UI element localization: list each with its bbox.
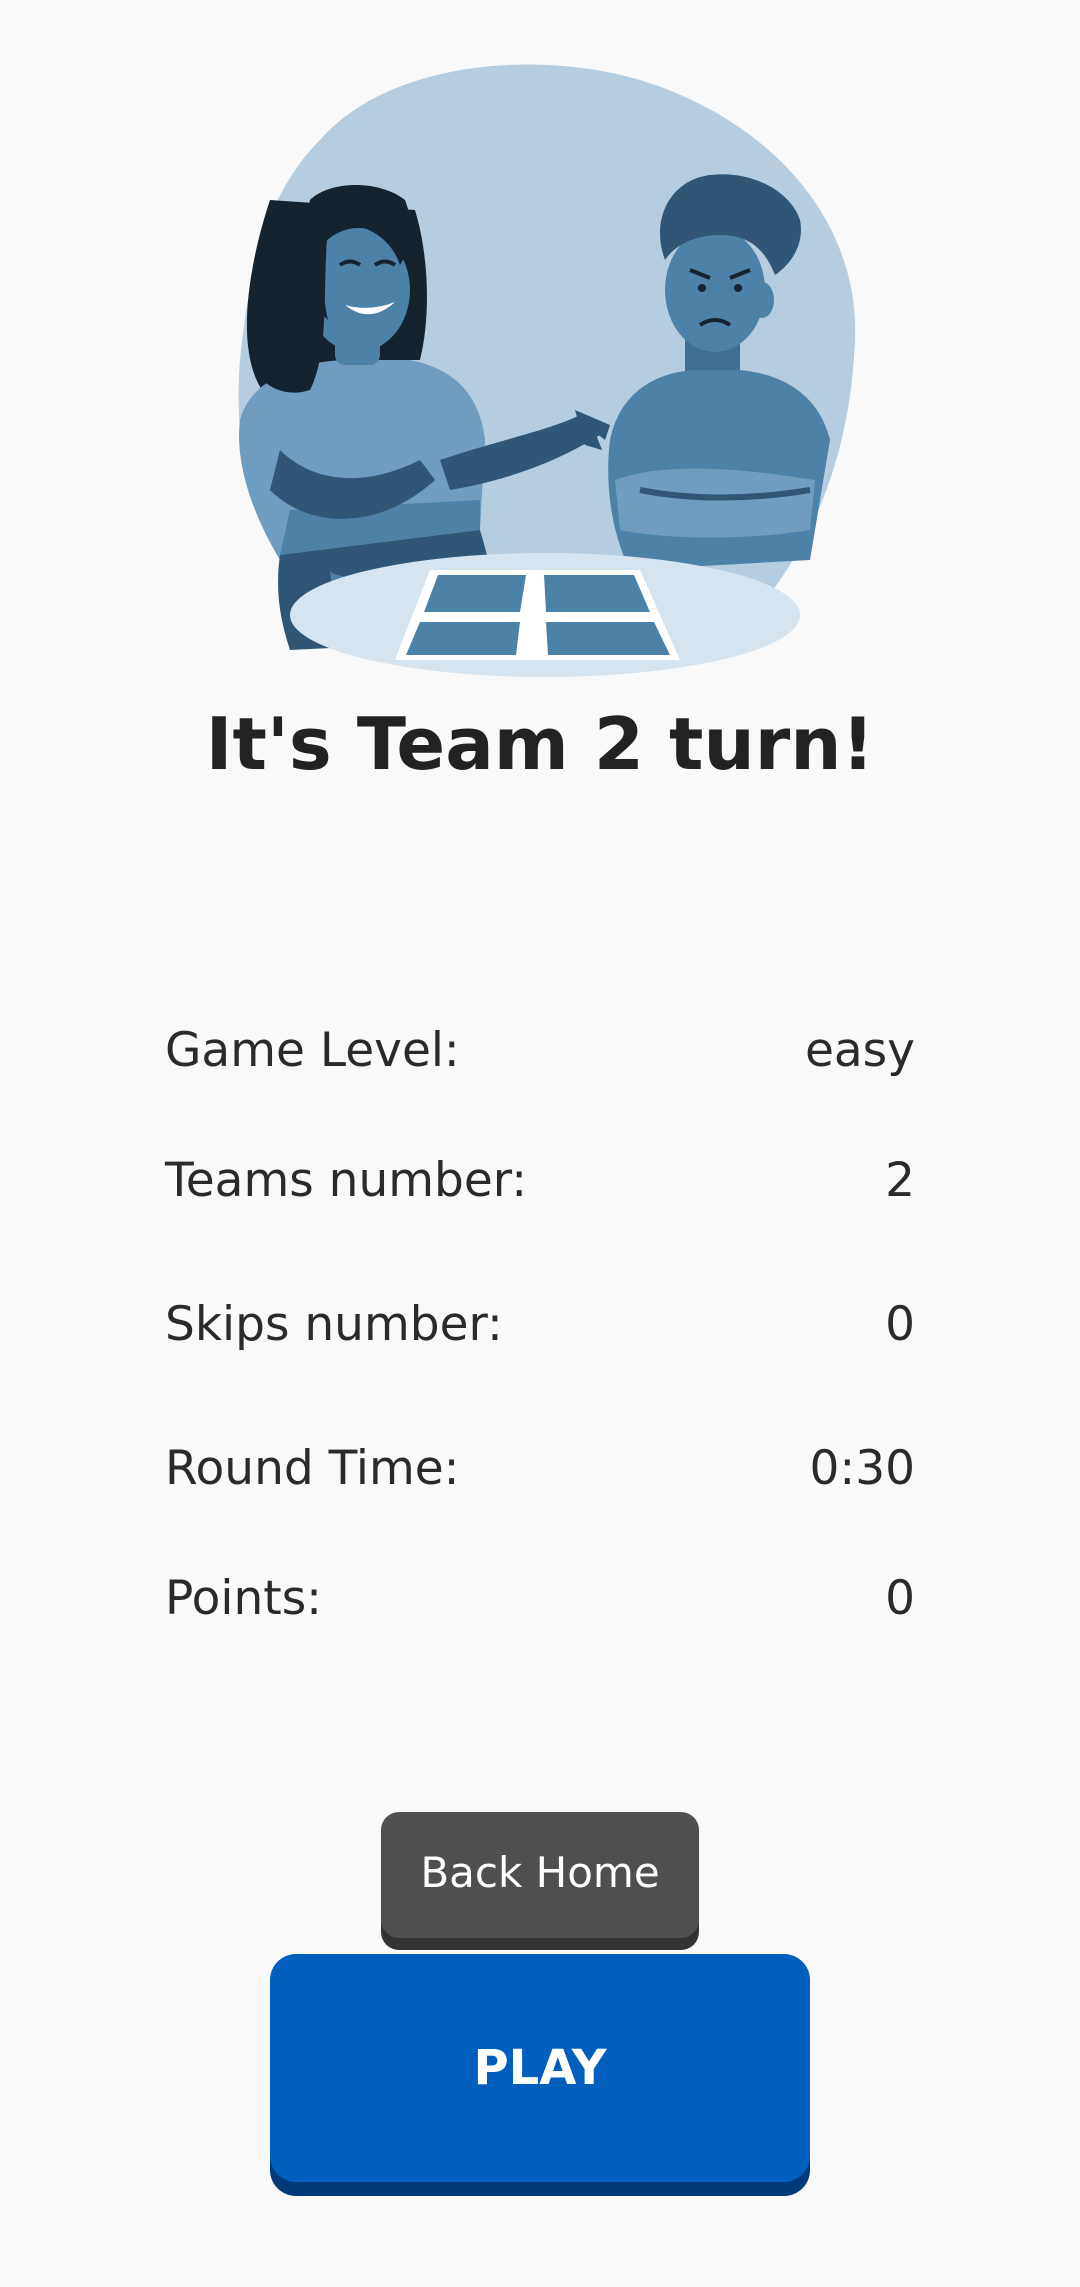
stat-row-round-time: Round Time: 0:30 (165, 1438, 915, 1498)
stat-row-points: Points: 0 (165, 1568, 915, 1628)
stat-label: Round Time: (165, 1440, 460, 1496)
stat-value: easy (804, 1022, 915, 1078)
stat-label: Teams number: (165, 1152, 528, 1208)
stat-label: Game Level: (165, 1022, 460, 1078)
two-players-at-table-illustration (238, 64, 856, 677)
stat-row-skips-number: Skips number: 0 (165, 1294, 915, 1354)
stat-label: Skips number: (165, 1296, 503, 1352)
stat-value: 0 (885, 1296, 915, 1352)
stat-value: 0 (885, 1570, 915, 1626)
team-turn-illustration (210, 60, 870, 690)
stat-row-teams-number: Teams number: 2 (165, 1150, 915, 1210)
stat-value: 0:30 (809, 1440, 915, 1496)
back-home-button[interactable]: Back Home (381, 1812, 699, 1938)
stat-label: Points: (165, 1570, 323, 1626)
stat-value: 2 (885, 1152, 915, 1208)
stat-row-game-level: Game Level: easy (165, 1020, 915, 1080)
page-title: It's Team 2 turn! (205, 702, 875, 786)
play-button[interactable]: PLAY (270, 1954, 810, 2182)
